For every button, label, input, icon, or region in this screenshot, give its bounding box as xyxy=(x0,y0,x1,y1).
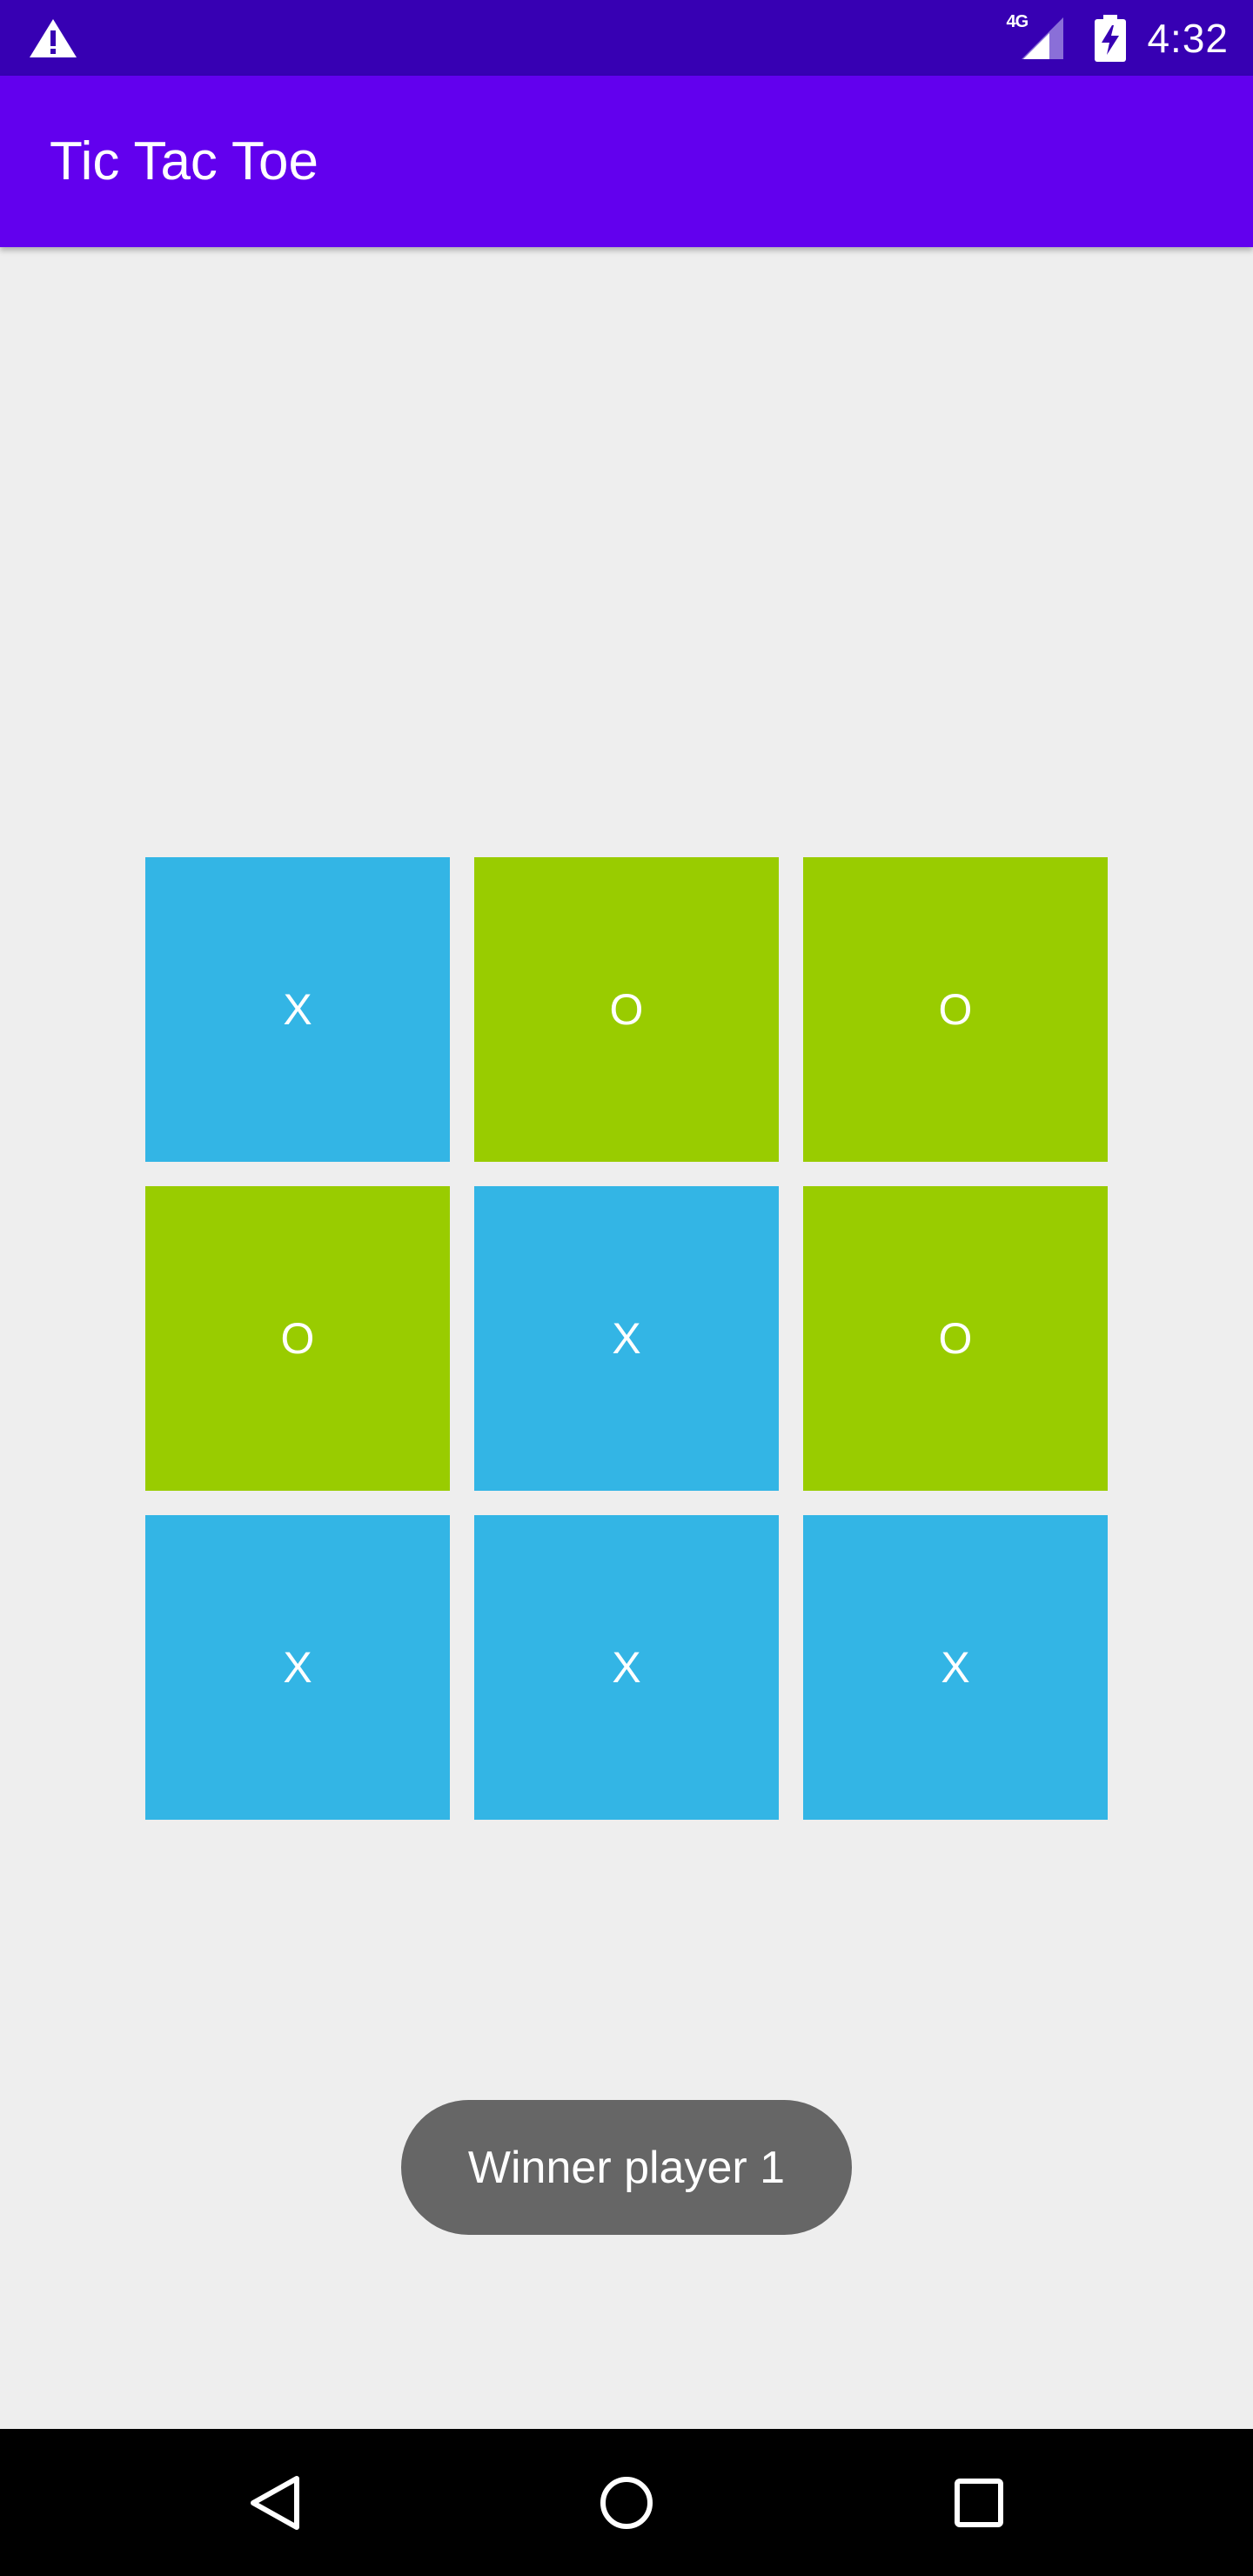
signal-icon: 4G xyxy=(1006,12,1065,61)
status-bar: 4G 4:32 xyxy=(0,0,1253,76)
board-cell-7[interactable]: X xyxy=(145,1515,450,1820)
network-type-label: 4G xyxy=(1006,11,1029,31)
winner-toast: Winner player 1 xyxy=(401,2100,852,2235)
board-cell-8[interactable]: X xyxy=(474,1515,779,1820)
back-icon xyxy=(251,2475,299,2530)
app-title: Tic Tac Toe xyxy=(50,131,319,191)
recents-button[interactable] xyxy=(909,2429,1049,2576)
board-cell-4[interactable]: O xyxy=(145,1186,450,1491)
toast-message: Winner player 1 xyxy=(467,2142,786,2193)
app-bar: Tic Tac Toe xyxy=(0,76,1253,247)
back-button[interactable] xyxy=(204,2429,344,2576)
game-board: X O O O X O X X X xyxy=(145,857,1108,1820)
status-clock: 4:32 xyxy=(1147,15,1229,61)
recents-icon xyxy=(955,2478,1003,2527)
board-cell-2[interactable]: O xyxy=(474,857,779,1162)
board-cell-1[interactable]: X xyxy=(145,857,450,1162)
board-cell-3[interactable]: O xyxy=(803,857,1108,1162)
home-icon xyxy=(600,2476,653,2529)
home-button[interactable] xyxy=(557,2429,696,2576)
navigation-bar xyxy=(0,2429,1253,2576)
warning-icon xyxy=(28,17,78,59)
status-icons: 4G 4:32 xyxy=(1006,0,1229,76)
board-cell-9[interactable]: X xyxy=(803,1515,1108,1820)
battery-charging-icon xyxy=(1095,14,1127,62)
board-cell-5[interactable]: X xyxy=(474,1186,779,1491)
board-cell-6[interactable]: O xyxy=(803,1186,1108,1491)
